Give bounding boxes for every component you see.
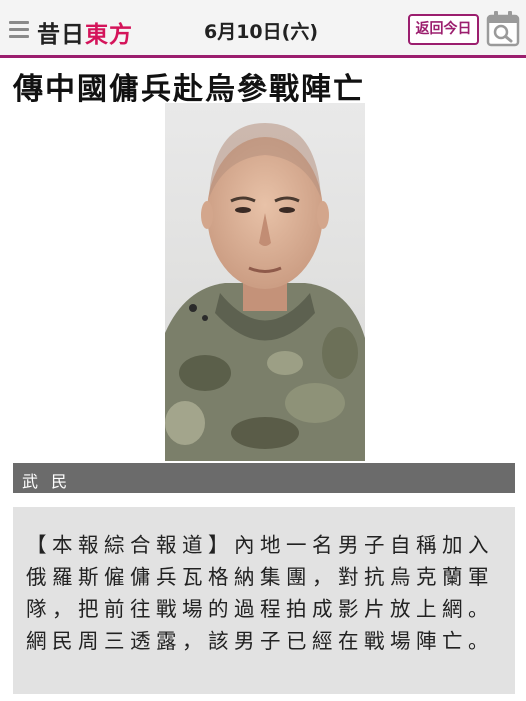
article-body-box: 【本報綜合報道】內地一名男子自稱加入俄羅斯僱傭兵瓦格納集團，對抗烏克蘭軍隊，把前… xyxy=(13,507,515,694)
article-photo xyxy=(165,103,365,461)
brand-part2: 東方 xyxy=(85,22,133,48)
top-bar: 昔日東方 6月10日(六) 返回今日 xyxy=(0,0,526,58)
calendar-search-icon xyxy=(486,11,520,47)
article-body-text: 【本報綜合報道】內地一名男子自稱加入俄羅斯僱傭兵瓦格納集團，對抗烏克蘭軍隊，把前… xyxy=(26,533,494,653)
brand-logo[interactable]: 昔日東方 xyxy=(37,15,133,49)
article-headline: 傳中國傭兵赴烏參戰陣亡 xyxy=(13,72,365,107)
back-to-today-button[interactable]: 返回今日 xyxy=(408,14,479,45)
hamburger-menu-icon[interactable] xyxy=(9,21,29,39)
brand-part1: 昔日 xyxy=(37,22,85,48)
calendar-search-button[interactable] xyxy=(485,10,521,48)
photo-caption-bar: 武 民 xyxy=(13,463,515,493)
photo-caption: 武 民 xyxy=(22,472,72,491)
issue-date: 6月10日(六) xyxy=(203,21,319,43)
